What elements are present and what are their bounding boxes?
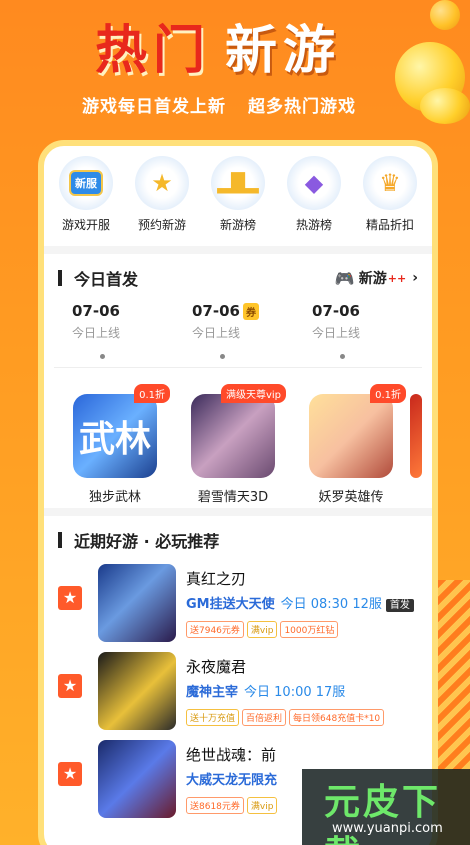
game-card-partial[interactable] (410, 384, 430, 508)
coupon-tag: 券 (242, 303, 259, 320)
game-highlight: 魔神主宰 (186, 685, 239, 700)
game-icon (98, 740, 176, 818)
list-item[interactable]: ★ 永夜魔君 魔神主宰 今日 10:00 17服 送十万充值 百倍返利 每日领648充… (58, 652, 418, 740)
date-value: 07-06 (192, 302, 240, 320)
podium-icon: ▂█▂ (211, 156, 265, 210)
category-hot-rank[interactable]: ◆ 热游榜 (277, 156, 351, 246)
perk-tag: 送7946元券 (186, 621, 244, 638)
server-time: 今日 10:00 17服 (244, 685, 346, 700)
game-card[interactable]: 0.1折 妖罗英雄传 (292, 384, 410, 508)
timeline-dot (100, 354, 105, 359)
today-games: 武林 0.1折 独步武林 满级天尊vip 碧雪情天3D 0.1折 妖罗英雄传 (44, 368, 432, 508)
section-title: 今日首发 (74, 270, 139, 289)
star-trophy-icon: ★ (135, 156, 189, 210)
game-icon (410, 394, 422, 478)
recommend-header: 近期好游 · 必玩推荐 (44, 516, 432, 564)
new-server-badge: 新服 (69, 170, 103, 196)
game-icon: 武林 (73, 394, 157, 478)
watermark-url: www.yuanpi.com (332, 821, 443, 836)
game-art-text: 武林 (78, 419, 151, 460)
category-label: 新游榜 (219, 218, 256, 232)
timeline-dot (220, 354, 225, 359)
perk-tag: 满vip (246, 797, 278, 814)
category-server[interactable]: 新服 游戏开服 (49, 156, 123, 246)
game-icon (98, 652, 176, 730)
server-time: 今日 08:30 12服 (280, 597, 382, 612)
chevron-right-icon: › (412, 270, 418, 286)
category-reserve[interactable]: ★ 预约新游 (125, 156, 199, 246)
star-icon: ★ (58, 586, 82, 610)
perk-tag: 满vip (246, 621, 278, 638)
gold-cup-icon: ♛ (363, 156, 417, 210)
game-name: 妖罗英雄传 (318, 490, 384, 505)
vip-ribbon: 满级天尊vip (220, 384, 286, 403)
new-games-link[interactable]: 🎮 新游 ++ › (335, 268, 418, 288)
divider (44, 246, 432, 254)
date-tab[interactable]: 07-06 券 今日上线 (174, 302, 294, 354)
today-header: 今日首发 🎮 新游 ++ › (44, 254, 432, 302)
category-label: 热游榜 (295, 218, 332, 232)
date-tab[interactable]: 07-06 今日上线 (54, 302, 174, 354)
star-icon: ★ (58, 674, 82, 698)
game-card[interactable]: 满级天尊vip 碧雪情天3D (174, 384, 292, 508)
category-new-rank[interactable]: ▂█▂ 新游榜 (201, 156, 275, 246)
server-badge-icon: 新服 (59, 156, 113, 210)
perk-tag: 每日领648充值卡*10 (289, 709, 385, 726)
decor-stripes (438, 580, 470, 770)
gamepad-icon: 🎮 (334, 268, 355, 288)
divider (44, 508, 432, 516)
timeline (54, 354, 422, 368)
category-label: 游戏开服 (61, 218, 110, 232)
hero-title: 热门 新游 (95, 8, 341, 83)
hero-subtitle-b: 超多热门游戏 (248, 97, 356, 117)
category-row: 新服 游戏开服 ★ 预约新游 ▂█▂ 新游榜 ◆ 热游榜 ♛ 精品折扣 (44, 146, 432, 246)
game-name: 绝世战魂：前 (186, 746, 277, 764)
date-tab[interactable]: 07-06 今日上线 (294, 302, 414, 354)
date-value: 07-06 (312, 302, 360, 320)
hero-subtitle-a: 游戏每日首发上新 (82, 97, 226, 117)
game-name: 永夜魔君 (186, 658, 247, 676)
category-label: 预约新游 (137, 218, 186, 232)
game-highlight: GM挂送大天使 (186, 597, 275, 612)
date-status: 今日上线 (312, 326, 361, 340)
star-icon: ★ (58, 762, 82, 786)
game-card[interactable]: 武林 0.1折 独步武林 (56, 384, 174, 508)
category-discount[interactable]: ♛ 精品折扣 (353, 156, 427, 246)
date-status: 今日上线 (72, 326, 121, 340)
gold-coin-icon (420, 88, 470, 124)
perk-tag: 1000万红钻 (280, 621, 339, 638)
date-row: 07-06 今日上线 07-06 券 今日上线 07-06 今日上线 (44, 302, 432, 354)
brand-plus: ++ (387, 271, 407, 285)
discount-ribbon: 0.1折 (370, 384, 406, 403)
game-highlight: 大威天龙无限充 (186, 773, 278, 788)
watermark: 元皮下载 www.yuanpi.com (302, 769, 470, 845)
hero-title-red: 热门 (95, 21, 212, 81)
hero-subtitle: 游戏每日首发上新 超多热门游戏 (82, 92, 356, 117)
hero-banner: 热门 新游 游戏每日首发上新 超多热门游戏 (0, 0, 470, 150)
game-icon (98, 564, 176, 642)
section-bar (58, 270, 62, 286)
perk-tag: 送8618元券 (186, 797, 244, 814)
hero-title-white: 新游 (225, 21, 342, 81)
launch-badge: 首发 (385, 599, 414, 612)
perk-tag: 百倍返利 (242, 709, 287, 726)
game-icon (191, 394, 275, 478)
game-name: 独步武林 (88, 490, 141, 505)
game-name: 碧雪情天3D (197, 490, 269, 505)
list-item[interactable]: ★ 真红之刃 GM挂送大天使 今日 08:30 12服 首发 送7946元券 满vip… (58, 564, 418, 652)
section-title: 近期好游 · 必玩推荐 (74, 532, 220, 551)
perk-tag: 送十万充值 (186, 709, 240, 726)
main-card: 新服 游戏开服 ★ 预约新游 ▂█▂ 新游榜 ◆ 热游榜 ♛ 精品折扣 今日首发… (38, 140, 438, 845)
section-bar (58, 532, 62, 548)
game-name: 真红之刃 (186, 570, 247, 588)
game-icon (309, 394, 393, 478)
gold-coin-icon (430, 0, 460, 30)
timeline-dot (340, 354, 345, 359)
winged-shield-icon: ◆ (287, 156, 341, 210)
discount-ribbon: 0.1折 (134, 384, 170, 403)
date-status: 今日上线 (192, 326, 241, 340)
category-label: 精品折扣 (365, 218, 414, 232)
date-value: 07-06 (72, 302, 120, 320)
brand-label: 新游 (358, 271, 387, 287)
